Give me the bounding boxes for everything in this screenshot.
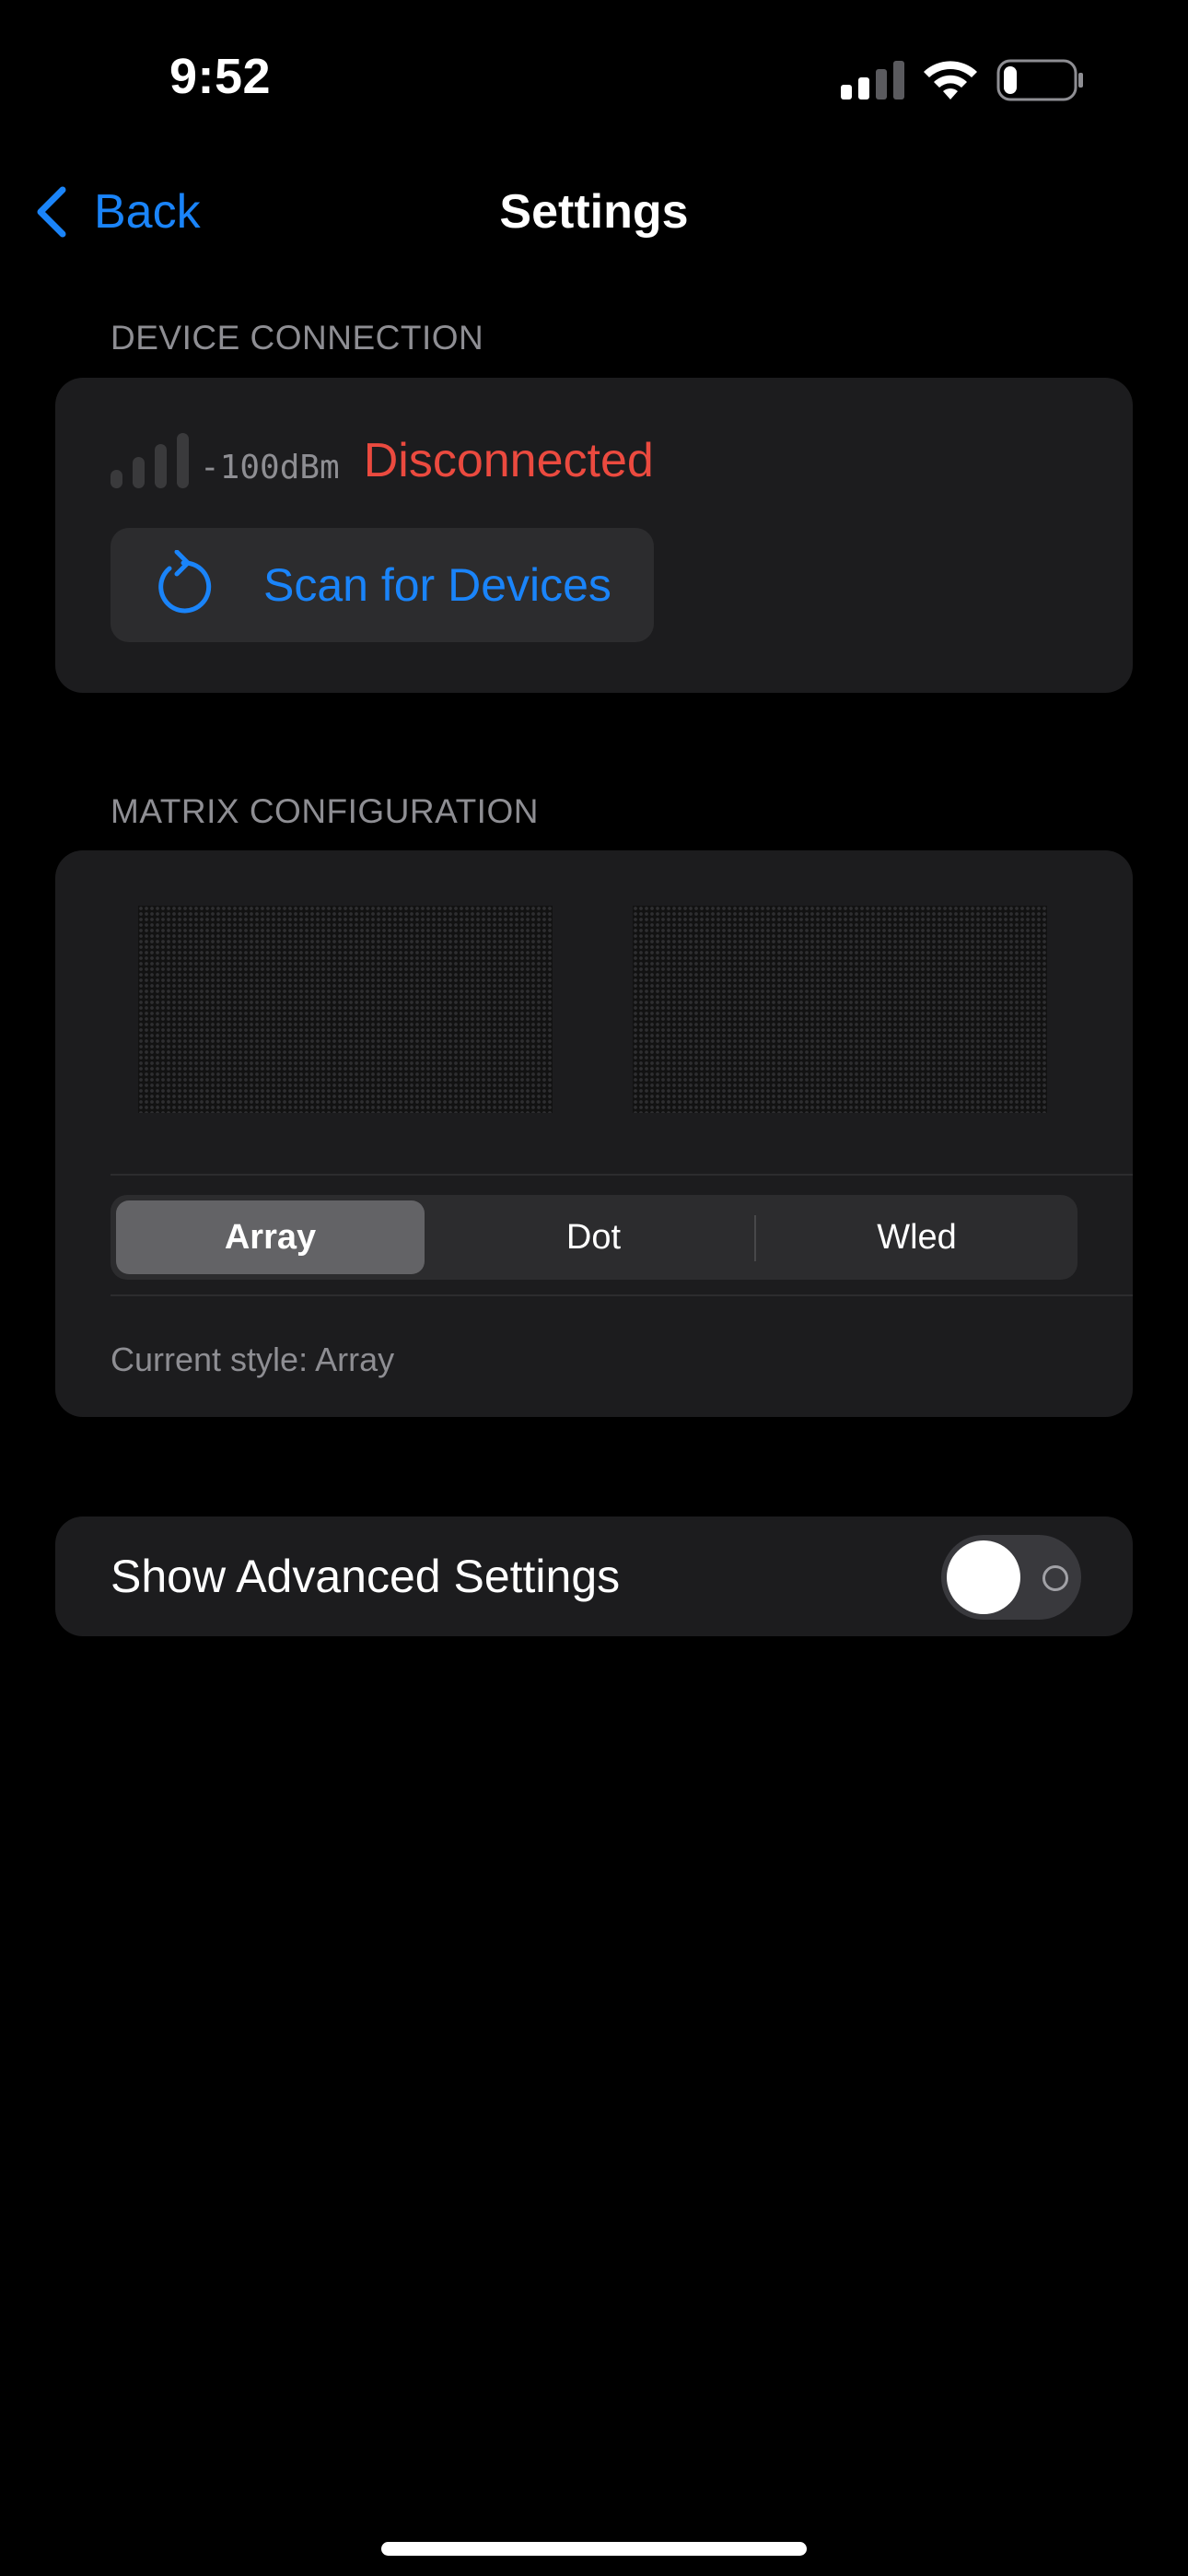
status-bar: 9:52 [0, 0, 1188, 157]
segment-dot[interactable]: Dot [439, 1200, 748, 1274]
signal-strength-icon [111, 433, 189, 488]
style-segmented-control: Array Dot Wled [111, 1195, 1077, 1280]
signal-status-row: -100dBm Disconnected [111, 424, 654, 488]
cellular-signal-icon [841, 61, 904, 100]
signal-bar [177, 433, 189, 488]
matrix-preview-right [633, 906, 1047, 1113]
matrix-preview-left [138, 906, 553, 1113]
segment-wled[interactable]: Wled [763, 1200, 1071, 1274]
scan-button-label: Scan for Devices [263, 559, 611, 611]
settings-screen: 9:52 Settings Back DEVICE CONNECTION -10… [0, 0, 1188, 2576]
connection-status: Disconnected [363, 434, 654, 487]
status-time: 9:52 [169, 49, 272, 104]
scan-for-devices-button[interactable]: Scan for Devices [111, 528, 654, 642]
matrix-configuration-card: Array Dot Wled Current style: Array [55, 850, 1133, 1417]
advanced-settings-row: Show Advanced Settings [55, 1516, 1133, 1636]
wifi-icon [924, 61, 977, 100]
current-style-text: Current style: Array [111, 1341, 395, 1378]
battery-icon [996, 59, 1083, 101]
matrix-configuration-header: MATRIX CONFIGURATION [111, 792, 539, 830]
segment-separator [754, 1215, 756, 1261]
refresh-icon [158, 550, 212, 614]
home-indicator[interactable] [381, 2542, 807, 2556]
segment-array[interactable]: Array [116, 1200, 425, 1274]
advanced-settings-toggle[interactable] [941, 1535, 1081, 1620]
signal-bar [111, 470, 122, 488]
divider [111, 1174, 1133, 1176]
back-label: Back [94, 185, 201, 239]
advanced-settings-label: Show Advanced Settings [111, 1551, 621, 1602]
device-connection-header: DEVICE CONNECTION [111, 319, 484, 357]
toggle-off-icon [1042, 1565, 1068, 1591]
signal-bar [155, 444, 167, 488]
back-button[interactable]: Back [33, 175, 201, 249]
device-connection-card: -100dBm Disconnected Scan for Devices [55, 378, 1133, 693]
signal-dbm-value: -100dBm [200, 449, 340, 486]
signal-bar [133, 457, 145, 488]
chevron-left-icon [37, 186, 66, 238]
navigation-bar: Settings Back [0, 175, 1188, 249]
divider [111, 1294, 1133, 1296]
toggle-knob [947, 1540, 1020, 1614]
